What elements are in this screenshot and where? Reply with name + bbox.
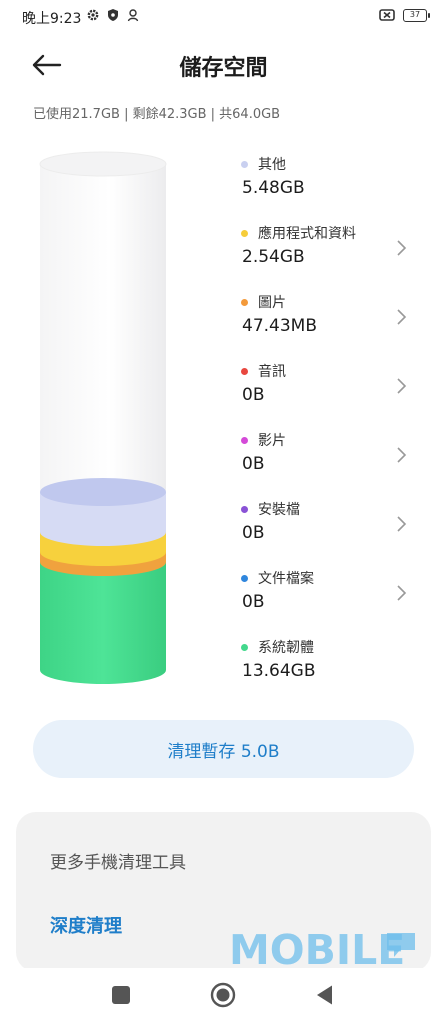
category-label: 圖片 bbox=[258, 295, 286, 311]
category-label: 其他 bbox=[258, 157, 286, 173]
watermark-logo: MOBILE bbox=[229, 926, 406, 974]
category-value: 5.48GB bbox=[242, 178, 305, 198]
storage-cylinder-chart bbox=[39, 151, 167, 684]
clean-cache-button[interactable]: 清理暫存 5.0B bbox=[33, 720, 414, 778]
recents-square-icon[interactable] bbox=[108, 982, 134, 1008]
category-dot bbox=[241, 575, 248, 582]
cylinder-segment-system bbox=[40, 562, 166, 684]
person-icon bbox=[127, 9, 139, 22]
chevron-right-icon bbox=[397, 378, 407, 394]
category-label: 音訊 bbox=[258, 364, 286, 380]
category-dot bbox=[241, 368, 248, 375]
category-label: 影片 bbox=[258, 433, 286, 449]
status-icons-right: 37 bbox=[379, 8, 430, 22]
category-value: 13.64GB bbox=[242, 661, 316, 681]
cylinder-segment-other-top bbox=[40, 478, 166, 506]
category-value: 0B bbox=[242, 385, 265, 405]
category-audio[interactable]: 音訊 0B bbox=[236, 357, 416, 417]
shield-icon bbox=[108, 9, 118, 21]
battery-icon: 37 bbox=[403, 8, 430, 22]
chevron-right-icon bbox=[397, 309, 407, 325]
category-dot bbox=[241, 506, 248, 513]
status-time: 晚上9:23 bbox=[22, 11, 82, 27]
category-dot bbox=[241, 437, 248, 444]
chevron-right-icon bbox=[397, 447, 407, 463]
category-value: 0B bbox=[242, 523, 265, 543]
home-circle-icon[interactable] bbox=[210, 982, 236, 1008]
category-label: 文件檔案 bbox=[258, 571, 314, 587]
gear-icon bbox=[87, 9, 99, 21]
navigation-bar bbox=[0, 968, 447, 1024]
chevron-right-icon bbox=[397, 585, 407, 601]
back-triangle-icon[interactable] bbox=[312, 982, 338, 1008]
chevron-right-icon bbox=[397, 516, 407, 532]
category-other: 其他 5.48GB bbox=[236, 150, 416, 210]
clean-cache-label: 清理暫存 5.0B bbox=[167, 741, 280, 762]
no-sim-icon bbox=[379, 9, 395, 21]
category-video[interactable]: 影片 0B bbox=[236, 426, 416, 486]
category-installers[interactable]: 安裝檔 0B bbox=[236, 495, 416, 555]
category-documents[interactable]: 文件檔案 0B bbox=[236, 564, 416, 624]
category-dot bbox=[241, 644, 248, 651]
cleaning-tools-title: 更多手機清理工具 bbox=[50, 853, 186, 873]
category-label: 安裝檔 bbox=[258, 502, 300, 518]
storage-summary: 已使用21.7GB | 剩餘42.3GB | 共64.0GB bbox=[33, 107, 281, 122]
status-icons-left bbox=[86, 8, 140, 22]
speech-bubble-icon bbox=[387, 933, 415, 957]
category-images[interactable]: 圖片 47.43MB bbox=[236, 288, 416, 348]
page-title: 儲存空間 bbox=[179, 56, 268, 81]
category-system: 系統韌體 13.64GB bbox=[236, 633, 416, 693]
deep-clean-link[interactable]: 深度清理 bbox=[50, 912, 122, 938]
status-bar: 晚上9:23 37 bbox=[0, 0, 447, 34]
cylinder-free-space bbox=[40, 164, 166, 504]
category-label: 系統韌體 bbox=[258, 640, 314, 656]
category-dot bbox=[241, 230, 248, 237]
category-label: 應用程式和資料 bbox=[258, 226, 356, 242]
category-dot bbox=[241, 299, 248, 306]
header: 儲存空間 bbox=[0, 38, 447, 94]
category-value: 47.43MB bbox=[242, 316, 317, 336]
chevron-right-icon bbox=[397, 240, 407, 256]
category-dot bbox=[241, 161, 248, 168]
category-apps[interactable]: 應用程式和資料 2.54GB bbox=[236, 219, 416, 279]
category-value: 0B bbox=[242, 454, 265, 474]
category-value: 0B bbox=[242, 592, 265, 612]
cylinder-top-cap bbox=[39, 151, 167, 177]
category-value: 2.54GB bbox=[242, 247, 305, 267]
